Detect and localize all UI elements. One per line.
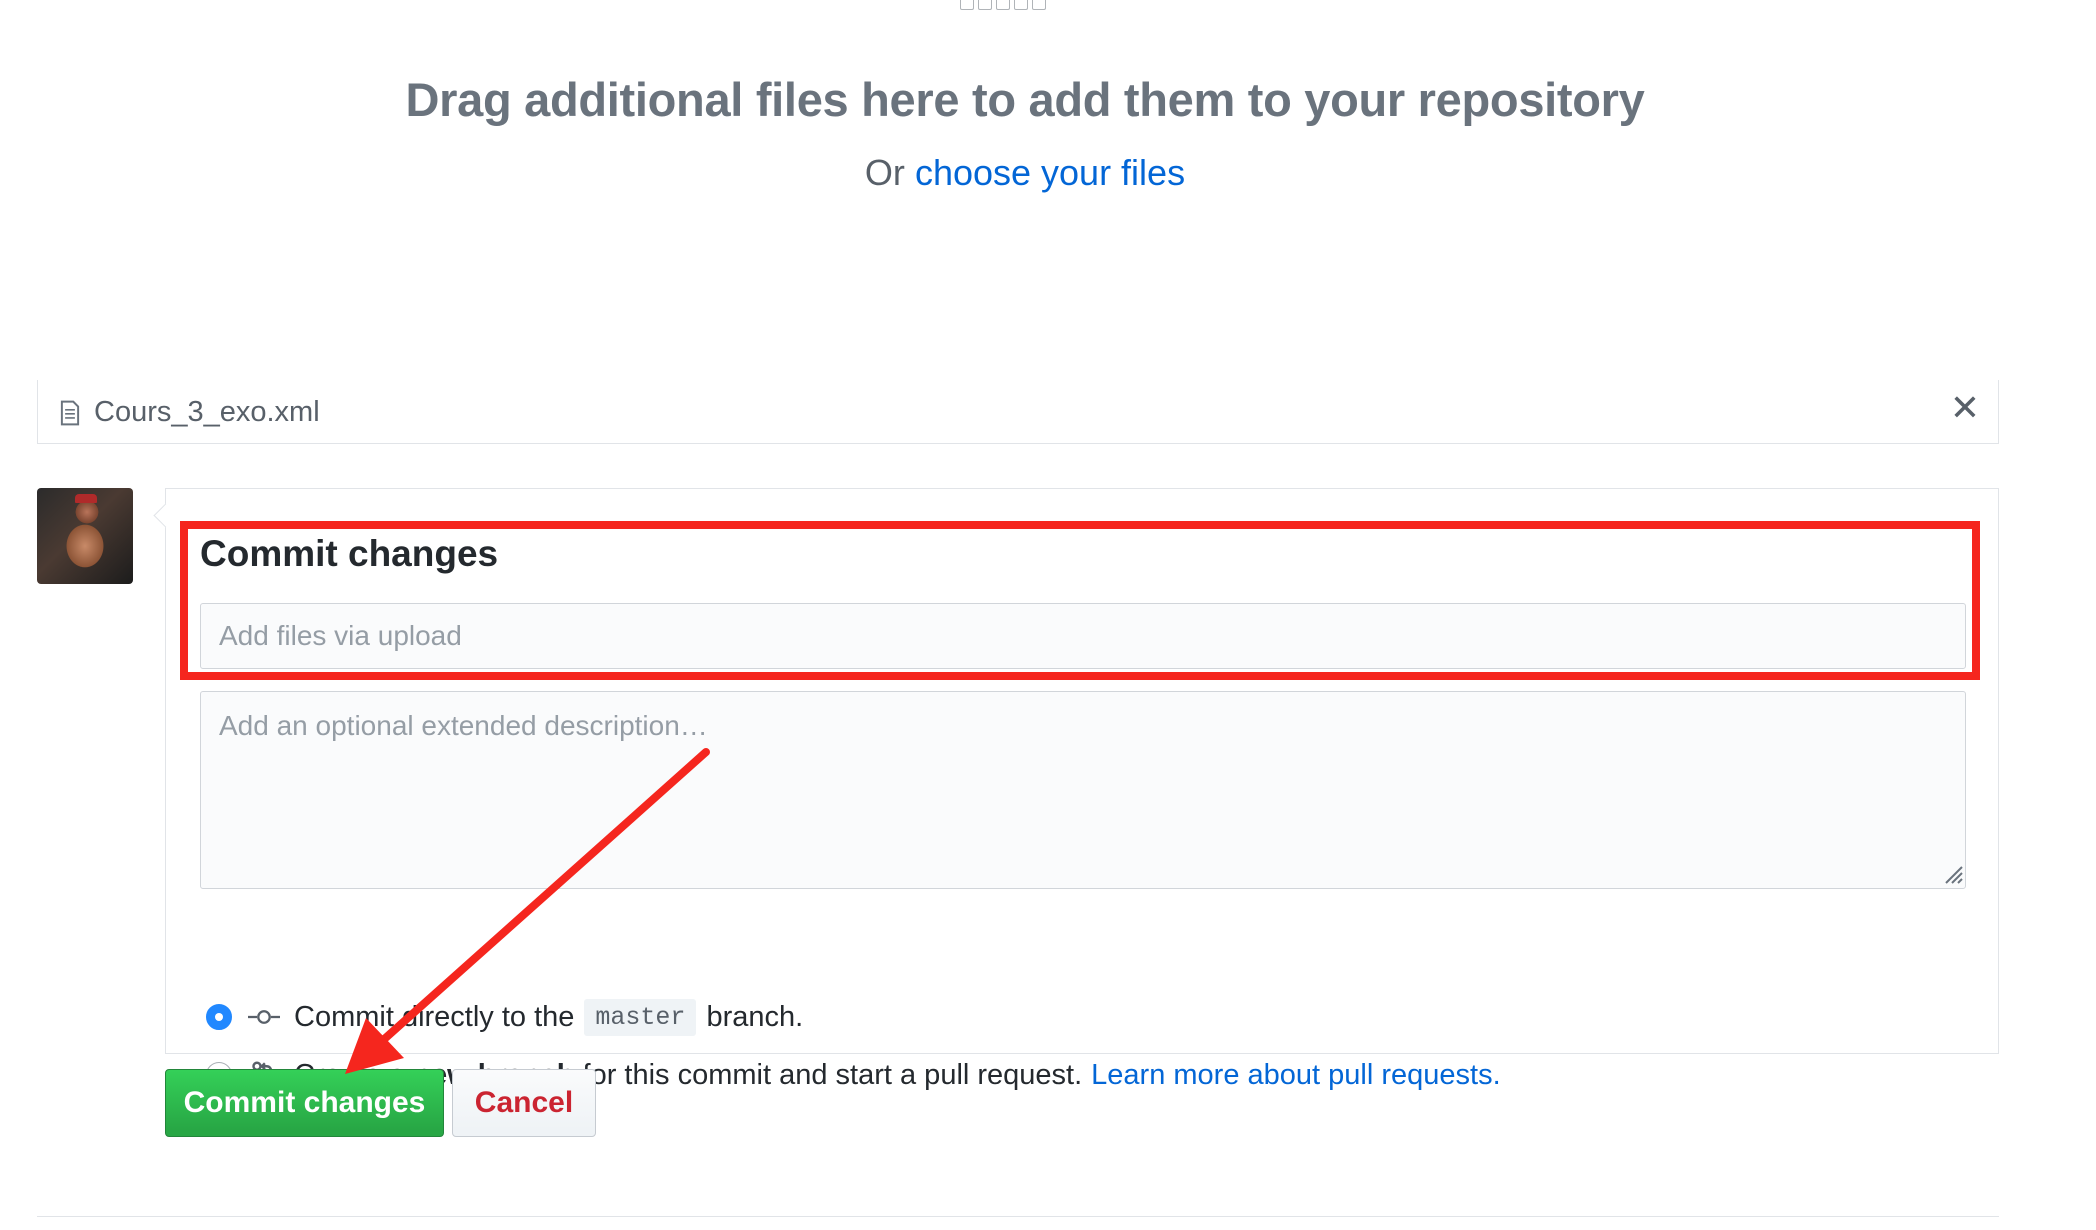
learn-more-pull-requests-link[interactable]: Learn more about pull requests. bbox=[1091, 1059, 1500, 1092]
commit-icon bbox=[248, 1010, 280, 1024]
commit-direct-radio[interactable] bbox=[206, 1004, 232, 1030]
drop-zone-subtitle: Or choose your files bbox=[0, 152, 2050, 194]
file-type-icon bbox=[996, 0, 1010, 10]
drop-zone-subtitle-prefix: Or bbox=[864, 152, 905, 193]
new-branch-label-suffix: for this commit and start a pull request… bbox=[582, 1058, 1083, 1091]
file-icon bbox=[60, 400, 80, 426]
file-type-icon bbox=[1032, 0, 1046, 10]
avatar[interactable] bbox=[37, 488, 133, 584]
drop-zone-title: Drag additional files here to add them t… bbox=[405, 73, 1645, 126]
file-name: Cours_3_exo.xml bbox=[94, 396, 320, 428]
choose-files-link[interactable]: choose your files bbox=[915, 152, 1185, 193]
file-type-icon bbox=[978, 0, 992, 10]
commit-direct-option[interactable]: Commit directly to the master branch. bbox=[206, 997, 803, 1037]
file-type-icon bbox=[1014, 0, 1028, 10]
commit-direct-label-suffix: branch. bbox=[706, 1000, 804, 1033]
file-type-icons bbox=[960, 0, 1046, 12]
file-type-icon bbox=[960, 0, 974, 10]
commit-changes-button[interactable]: Commit changes bbox=[165, 1069, 444, 1137]
resize-handle-icon[interactable] bbox=[1940, 861, 1964, 885]
close-icon[interactable]: ✕ bbox=[1950, 390, 1980, 426]
annotation-highlight-box bbox=[180, 521, 1980, 680]
divider bbox=[37, 1216, 1999, 1217]
uploaded-file-row: Cours_3_exo.xml ✕ bbox=[37, 380, 1999, 444]
cancel-button[interactable]: Cancel bbox=[452, 1069, 596, 1137]
branch-name: master bbox=[584, 998, 697, 1036]
commit-description-input[interactable] bbox=[200, 691, 1966, 889]
commit-direct-label-prefix: Commit directly to the bbox=[294, 1000, 575, 1033]
